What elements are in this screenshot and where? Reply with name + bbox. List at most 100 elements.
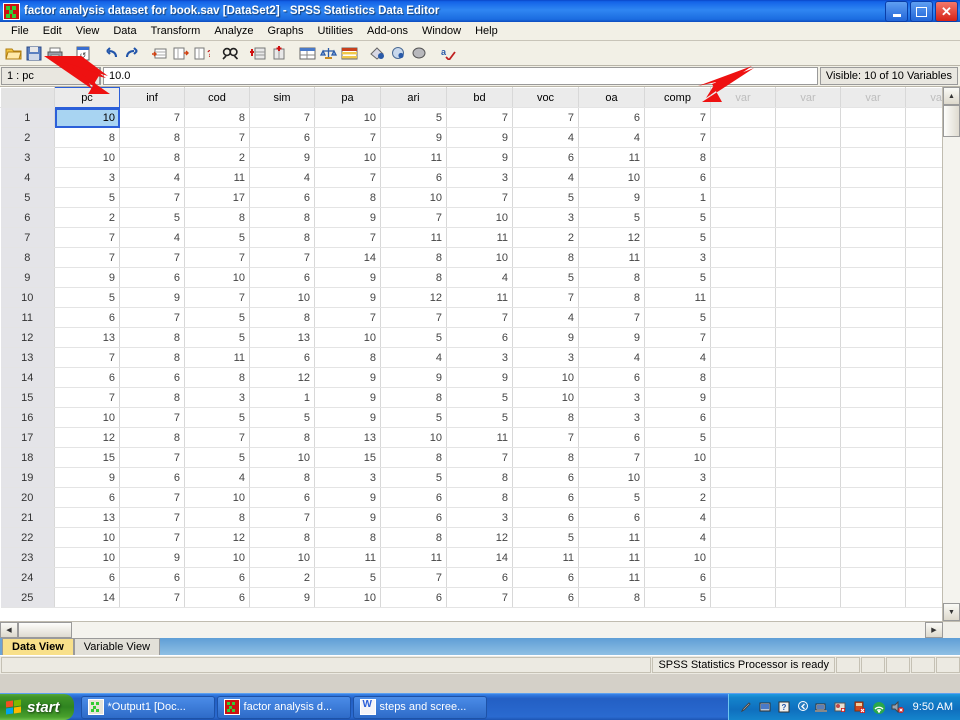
column-header-comp[interactable]: comp [645, 88, 711, 108]
table-row[interactable]: 1815751015878710 [1, 448, 943, 468]
empty-cell-4-19[interactable] [906, 468, 943, 488]
empty-cell-4-24[interactable] [906, 568, 943, 588]
menu-analyze[interactable]: Analyze [207, 24, 260, 38]
cell-bd-21[interactable]: 3 [447, 508, 513, 528]
vertical-scroll-track[interactable] [943, 137, 960, 603]
cell-pa-21[interactable]: 9 [315, 508, 381, 528]
cell-ari-1[interactable]: 5 [381, 108, 447, 128]
column-header-pc[interactable]: pc [55, 88, 120, 108]
cell-pc-5[interactable]: 5 [55, 188, 120, 208]
cell-pc-11[interactable]: 6 [55, 308, 120, 328]
empty-cell-3-11[interactable] [841, 308, 906, 328]
cell-inf-19[interactable]: 6 [120, 468, 185, 488]
menu-edit[interactable]: Edit [36, 24, 69, 38]
minimize-button[interactable] [885, 1, 908, 22]
empty-cell-2-8[interactable] [776, 248, 841, 268]
cell-sim-4[interactable]: 4 [250, 168, 315, 188]
find-icon[interactable] [220, 43, 240, 63]
cell-pa-2[interactable]: 7 [315, 128, 381, 148]
cell-pc-16[interactable]: 10 [55, 408, 120, 428]
cell-oa-17[interactable]: 6 [579, 428, 645, 448]
cell-pa-4[interactable]: 7 [315, 168, 381, 188]
empty-cell-1-21[interactable] [711, 508, 776, 528]
cell-oa-15[interactable]: 3 [579, 388, 645, 408]
cell-voc-3[interactable]: 6 [513, 148, 579, 168]
cell-inf-1[interactable]: 7 [120, 108, 185, 128]
start-button[interactable]: start [0, 694, 74, 720]
cell-cod-15[interactable]: 3 [185, 388, 250, 408]
tab-data-view[interactable]: Data View [2, 638, 74, 655]
cell-inf-4[interactable]: 4 [120, 168, 185, 188]
empty-cell-1-22[interactable] [711, 528, 776, 548]
cell-inf-25[interactable]: 7 [120, 588, 185, 608]
cell-ari-25[interactable]: 6 [381, 588, 447, 608]
menu-view[interactable]: View [69, 24, 107, 38]
empty-cell-1-13[interactable] [711, 348, 776, 368]
cell-ari-16[interactable]: 5 [381, 408, 447, 428]
row-header-11[interactable]: 11 [1, 308, 55, 328]
cell-inf-14[interactable]: 6 [120, 368, 185, 388]
cell-comp-22[interactable]: 4 [645, 528, 711, 548]
cell-pa-9[interactable]: 9 [315, 268, 381, 288]
column-header-bd[interactable]: bd [447, 88, 513, 108]
cell-cod-1[interactable]: 8 [185, 108, 250, 128]
cell-voc-11[interactable]: 4 [513, 308, 579, 328]
row-header-7[interactable]: 7 [1, 228, 55, 248]
cell-comp-5[interactable]: 1 [645, 188, 711, 208]
cell-pa-1[interactable]: 10 [315, 108, 381, 128]
cell-cod-16[interactable]: 5 [185, 408, 250, 428]
spell-check-icon[interactable]: a [437, 43, 457, 63]
cell-bd-12[interactable]: 6 [447, 328, 513, 348]
empty-cell-4-20[interactable] [906, 488, 943, 508]
empty-cell-2-2[interactable] [776, 128, 841, 148]
cell-voc-14[interactable]: 10 [513, 368, 579, 388]
menu-graphs[interactable]: Graphs [260, 24, 310, 38]
cell-pa-12[interactable]: 10 [315, 328, 381, 348]
cell-inf-12[interactable]: 8 [120, 328, 185, 348]
empty-cell-3-23[interactable] [841, 548, 906, 568]
empty-cell-4-13[interactable] [906, 348, 943, 368]
cell-sim-8[interactable]: 7 [250, 248, 315, 268]
row-header-17[interactable]: 17 [1, 428, 55, 448]
cell-oa-18[interactable]: 7 [579, 448, 645, 468]
cell-oa-22[interactable]: 11 [579, 528, 645, 548]
cell-pa-25[interactable]: 10 [315, 588, 381, 608]
empty-cell-2-17[interactable] [776, 428, 841, 448]
empty-cell-1-16[interactable] [711, 408, 776, 428]
menu-file[interactable]: File [4, 24, 36, 38]
cell-ari-17[interactable]: 10 [381, 428, 447, 448]
empty-cell-1-8[interactable] [711, 248, 776, 268]
cell-cod-5[interactable]: 17 [185, 188, 250, 208]
column-header-voc[interactable]: voc [513, 88, 579, 108]
empty-cell-4-10[interactable] [906, 288, 943, 308]
cell-voc-8[interactable]: 8 [513, 248, 579, 268]
taskbar-item-factor-analysis[interactable]: factor analysis d... [217, 696, 351, 719]
empty-cell-2-10[interactable] [776, 288, 841, 308]
cell-cod-10[interactable]: 7 [185, 288, 250, 308]
empty-cell-3-21[interactable] [841, 508, 906, 528]
column-header-cod[interactable]: cod [185, 88, 250, 108]
cell-ari-6[interactable]: 7 [381, 208, 447, 228]
display-icon[interactable] [758, 700, 772, 714]
column-header-ari[interactable]: ari [381, 88, 447, 108]
column-header-var-2[interactable]: var [776, 88, 841, 108]
cell-inf-20[interactable]: 7 [120, 488, 185, 508]
cell-inf-16[interactable]: 7 [120, 408, 185, 428]
cell-voc-5[interactable]: 5 [513, 188, 579, 208]
empty-cell-3-7[interactable] [841, 228, 906, 248]
empty-cell-2-14[interactable] [776, 368, 841, 388]
empty-cell-4-3[interactable] [906, 148, 943, 168]
cell-bd-17[interactable]: 11 [447, 428, 513, 448]
cell-cod-7[interactable]: 5 [185, 228, 250, 248]
empty-cell-4-23[interactable] [906, 548, 943, 568]
cell-pc-8[interactable]: 7 [55, 248, 120, 268]
cell-sim-13[interactable]: 6 [250, 348, 315, 368]
table-row[interactable]: 87777148108113 [1, 248, 943, 268]
cell-inf-8[interactable]: 7 [120, 248, 185, 268]
cell-comp-18[interactable]: 10 [645, 448, 711, 468]
cell-pc-14[interactable]: 6 [55, 368, 120, 388]
cell-comp-14[interactable]: 8 [645, 368, 711, 388]
cell-comp-6[interactable]: 5 [645, 208, 711, 228]
taskbar-item-output1[interactable]: *Output1 [Doc... [81, 696, 215, 719]
cell-inf-10[interactable]: 9 [120, 288, 185, 308]
